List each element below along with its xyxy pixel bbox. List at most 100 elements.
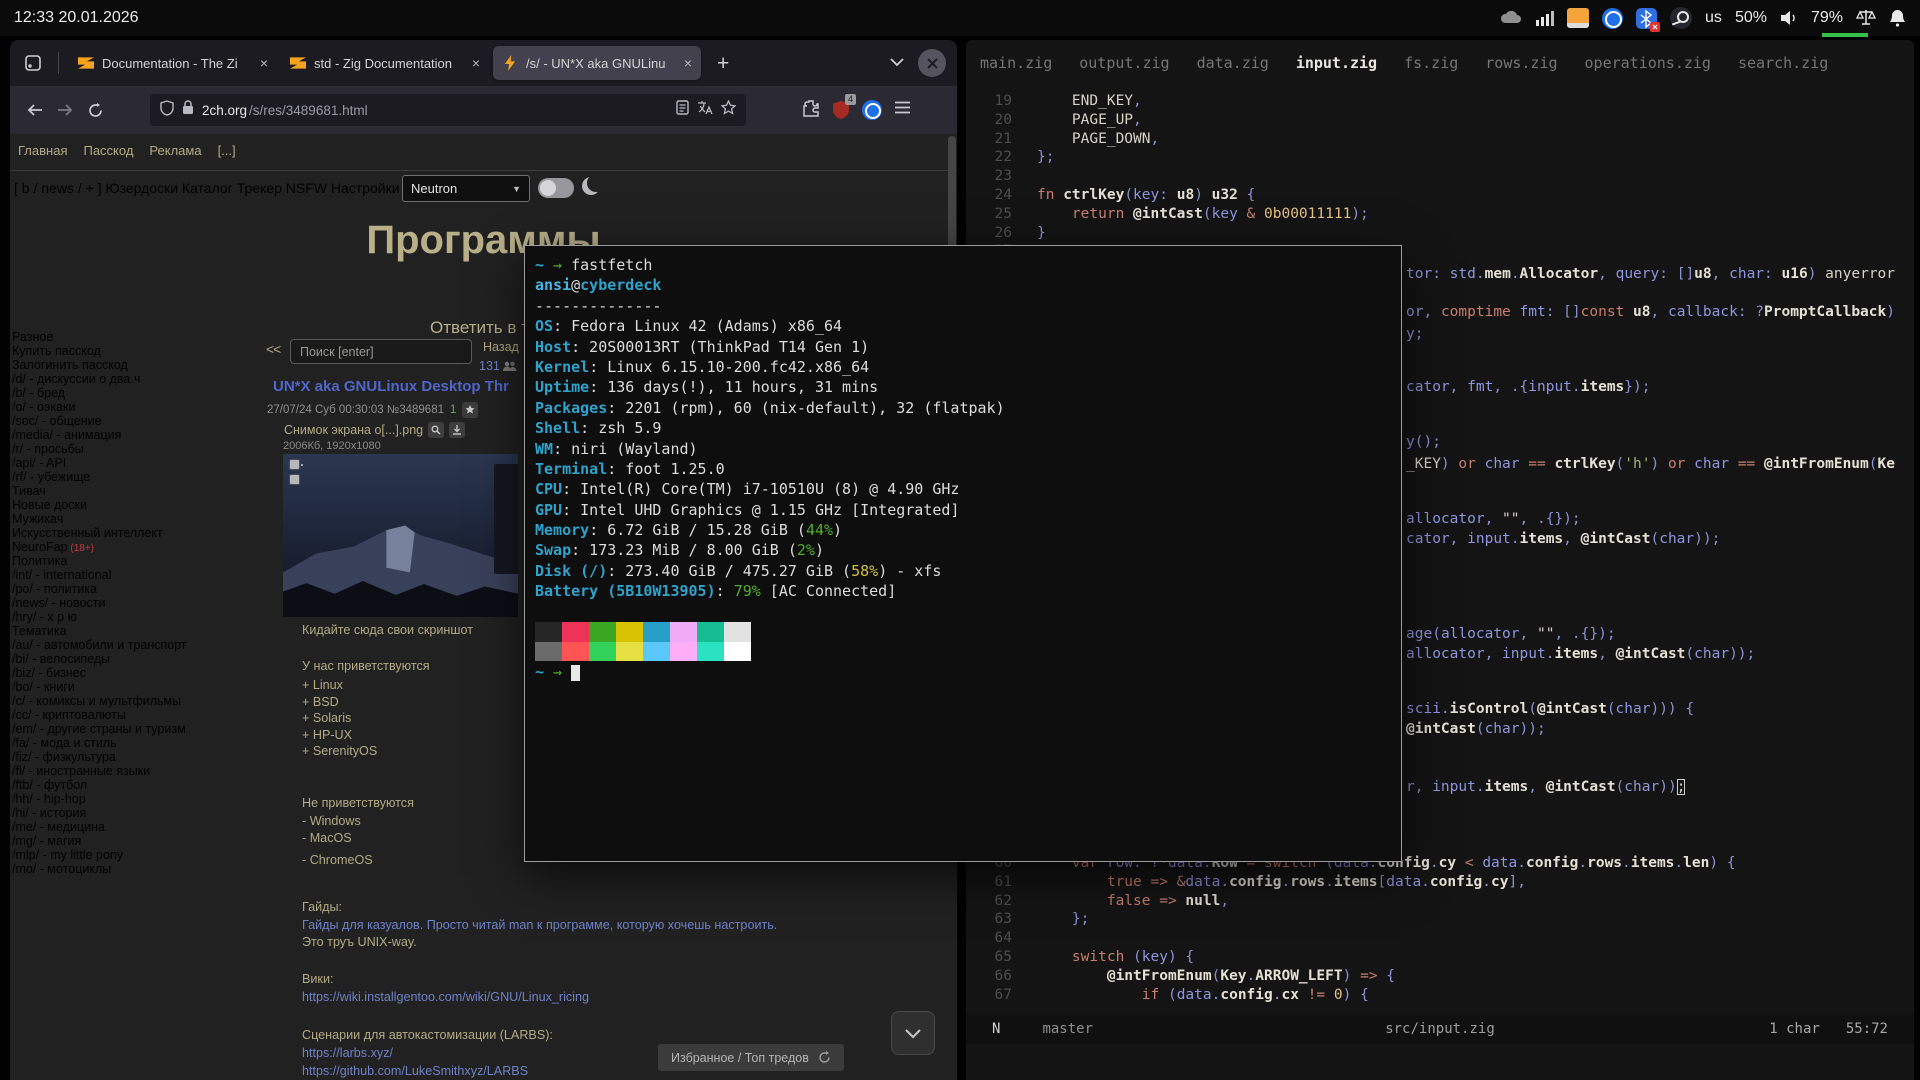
sidebar-row[interactable]: /news/ - новости [12, 596, 260, 610]
editor-buffer-tab[interactable]: output.zig [1079, 54, 1169, 72]
favorite-star-button[interactable] [462, 402, 478, 418]
firefox-view-icon[interactable] [18, 48, 48, 78]
thread-title-link[interactable]: UN*X aka GNULinux Desktop Thr [273, 378, 509, 395]
sidebar-row[interactable]: /ftb/ - футбол [12, 778, 260, 792]
sidebar-row[interactable]: /rf/ - убежище [12, 470, 260, 484]
sidebar-row[interactable]: /bi/ - велосипеды [12, 652, 260, 666]
sidebar-row[interactable]: /o/ - оэкаки [12, 400, 260, 414]
browser-tab[interactable]: std - Zig Documentation × [281, 46, 489, 80]
extensions-puzzle-icon[interactable] [802, 99, 820, 122]
sidebar-row[interactable]: /mlp/ - my little pony [12, 848, 260, 862]
editor-buffer-tab[interactable]: data.zig [1197, 54, 1269, 72]
power-profile-scales-icon[interactable] [1856, 9, 1876, 27]
sidebar-row[interactable]: /soc/ - общение [12, 414, 260, 428]
cloud-icon[interactable] [1499, 10, 1523, 26]
foot-terminal-window[interactable]: ~ → fastfetchansi@cyberdeck-------------… [524, 245, 1402, 862]
attachment-filename-link[interactable]: Снимок экрана о[...].png [284, 423, 423, 437]
sidebar-row[interactable]: Тивач [12, 484, 260, 498]
bluetooth-disabled-icon[interactable] [1636, 8, 1657, 29]
sidebar-row[interactable]: /mg/ - магия [12, 834, 260, 848]
sidebar-row[interactable]: /mo/ - мотоциклы [12, 862, 260, 876]
editor-buffer-tab[interactable]: input.zig [1296, 54, 1377, 72]
sidebar-row[interactable]: /fiz/ - физкультура [12, 750, 260, 764]
tab-close-icon[interactable]: × [260, 55, 268, 71]
lock-icon[interactable] [182, 100, 194, 120]
collapse-thread-button[interactable]: << [266, 341, 280, 357]
tab-close-icon[interactable]: × [684, 55, 692, 71]
onepassword-tray-icon[interactable] [1602, 8, 1623, 29]
speaker-icon[interactable] [1780, 10, 1798, 26]
back-link[interactable]: Назад [483, 340, 519, 354]
sidebar-row[interactable]: Тематика [12, 624, 260, 638]
favorites-top-threads-button[interactable]: Избранное / Топ тредов [658, 1044, 844, 1071]
sidebar-row[interactable]: /biz/ - бизнес [12, 666, 260, 680]
sidebar-row[interactable]: /bo/ - книги [12, 680, 260, 694]
url-bar[interactable]: 2ch.org /s/res/3489681.html [150, 94, 746, 126]
editor-buffer-tab[interactable]: fs.zig [1404, 54, 1458, 72]
sidebar-row[interactable]: /po/ - политика [12, 582, 260, 596]
thread-search-input[interactable] [290, 339, 472, 364]
sidebar-row[interactable]: /d/ - дискуссии о два.ч [12, 372, 260, 386]
reply-link[interactable]: Ответить в т [430, 318, 529, 338]
menu-hamburger-icon[interactable] [894, 101, 911, 119]
onepassword-toolbar-icon[interactable] [862, 100, 882, 120]
site-top-link[interactable]: Главная [18, 143, 67, 158]
browser-tab[interactable]: /s/ - UN*X aka GNULinu × [493, 46, 701, 80]
back-button[interactable] [20, 95, 50, 125]
site-top-link[interactable]: [...] [218, 143, 236, 158]
sidebar-row[interactable]: Новые доски [12, 498, 260, 512]
site-top-link[interactable]: Пасскод [83, 143, 133, 158]
network-signal-icon[interactable] [1536, 10, 1554, 26]
download-attachment-button[interactable] [449, 422, 465, 438]
notifications-bell-icon[interactable] [1889, 9, 1906, 27]
thread-image-thumbnail[interactable] [283, 454, 518, 617]
code-top-block[interactable]: 19 END_KEY, 20 PAGE_UP, 21 PAGE_DOWN, 22… [966, 92, 1914, 261]
shell-prompt[interactable]: ~ → [535, 662, 1401, 682]
window-close-button[interactable] [918, 49, 946, 77]
sidebar-row[interactable]: Разное [12, 330, 260, 344]
board-navigation[interactable]: [ b / news / + ] Юзердоски Каталог Треке… [14, 180, 400, 196]
sidebar-row[interactable]: /fl/ - иностранные языки [12, 764, 260, 778]
code-bottom-block[interactable]: 60 var row: ?*data.Row = switch (data.co… [966, 854, 1914, 1004]
sidebar-row[interactable]: Искусственный интеллект [12, 526, 260, 540]
sidebar-row[interactable]: /b/ - бред [12, 386, 260, 400]
list-tabs-chevron-icon[interactable] [889, 54, 905, 72]
theme-select[interactable]: Neutron ▼ [402, 175, 530, 202]
site-top-link[interactable]: Реклама [149, 143, 201, 158]
sidebar-row[interactable]: /hry/ - х р ю [12, 610, 260, 624]
sidebar-row[interactable]: /em/ - другие страны и туризм [12, 722, 260, 736]
editor-buffer-tab[interactable]: rows.zig [1485, 54, 1557, 72]
sidebar-row[interactable]: /au/ - автомобили и транспорт [12, 638, 260, 652]
reload-button[interactable] [80, 95, 110, 125]
browser-tab[interactable]: Documentation - The Zi × [69, 46, 277, 80]
sidebar-row[interactable]: /api/ - API [12, 456, 260, 470]
theme-toggle[interactable] [538, 178, 574, 198]
sidebar-row[interactable]: /hi/ - история [12, 806, 260, 820]
tracking-shield-icon[interactable] [160, 100, 174, 121]
sidebar-row[interactable]: Мужикач [12, 512, 260, 526]
files-tray-icon[interactable] [1567, 8, 1589, 28]
sidebar-row[interactable]: Купить пасскод [12, 344, 260, 358]
steam-tray-icon[interactable] [1670, 7, 1692, 29]
reader-view-icon[interactable] [676, 100, 689, 120]
sidebar-row[interactable]: /c/ - комиксы и мультфильмы [12, 694, 260, 708]
sidebar-row[interactable]: /media/ - анимация [12, 428, 260, 442]
bookmark-star-icon[interactable] [721, 100, 736, 120]
sidebar-row[interactable]: Залогинить пасскод [12, 358, 260, 372]
sidebar-row[interactable]: NeuroFap (18+) [12, 540, 260, 554]
translate-icon[interactable] [697, 100, 713, 120]
forward-button[interactable] [50, 95, 80, 125]
editor-buffer-tab[interactable]: search.zig [1738, 54, 1828, 72]
sidebar-row[interactable]: /cc/ - криптовалюты [12, 708, 260, 722]
sidebar-row[interactable]: /r/ - просьбы [12, 442, 260, 456]
ublock-origin-icon[interactable]: 4 [832, 100, 850, 120]
scroll-down-button[interactable] [891, 1011, 935, 1055]
keyboard-layout[interactable]: us [1705, 9, 1722, 27]
sidebar-row[interactable]: /me/ - медицина [12, 820, 260, 834]
editor-buffer-tab[interactable]: main.zig [980, 54, 1052, 72]
new-tab-button[interactable]: + [717, 53, 729, 74]
sidebar-row[interactable]: /hh/ - hip-hop [12, 792, 260, 806]
zoom-attachment-button[interactable] [428, 422, 444, 438]
editor-buffer-tab[interactable]: operations.zig [1585, 54, 1711, 72]
sidebar-row[interactable]: /int/ - international [12, 568, 260, 582]
